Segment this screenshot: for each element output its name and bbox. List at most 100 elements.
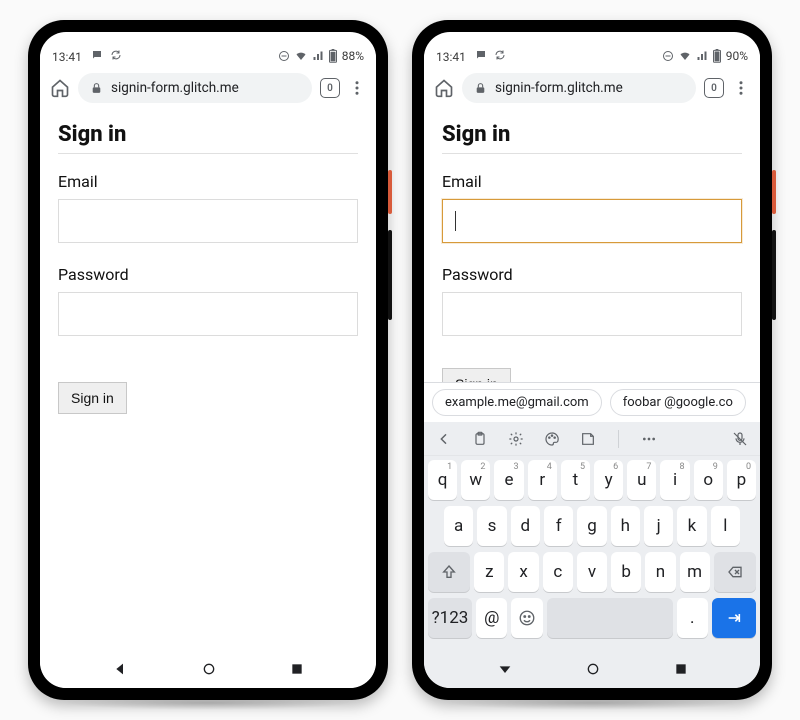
key-e[interactable]: e3 [494, 460, 523, 500]
key-l[interactable]: l [711, 506, 740, 546]
at-key[interactable]: @ [476, 598, 507, 638]
key-r[interactable]: r4 [528, 460, 557, 500]
key-d[interactable]: d [511, 506, 540, 546]
page-title: Sign in [58, 122, 358, 147]
home-icon[interactable] [50, 78, 70, 98]
keyboard-toolbar [424, 422, 760, 456]
tab-switcher[interactable]: 0 [320, 78, 340, 98]
key-b[interactable]: b [611, 552, 641, 592]
chevron-left-icon[interactable] [436, 431, 452, 447]
sync-icon [494, 49, 506, 61]
key-j[interactable]: j [644, 506, 673, 546]
nav-back-icon[interactable] [113, 661, 129, 677]
system-nav [424, 650, 760, 688]
page-content: Sign in Email Password Sign in [40, 108, 376, 650]
nav-recent-icon[interactable] [674, 662, 688, 676]
email-label: Email [442, 172, 742, 191]
signin-button[interactable]: Sign in [58, 382, 127, 414]
key-y[interactable]: y6 [594, 460, 623, 500]
more-icon[interactable] [641, 431, 657, 447]
key-o[interactable]: o9 [694, 460, 723, 500]
status-right: 90% [662, 49, 748, 63]
key-k[interactable]: k [677, 506, 706, 546]
divider [442, 153, 742, 154]
battery-percent: 90% [726, 49, 748, 63]
key-w[interactable]: w2 [461, 460, 490, 500]
key-m[interactable]: m [680, 552, 710, 592]
volume-button [772, 230, 776, 320]
key-n[interactable]: n [645, 552, 675, 592]
password-field[interactable] [58, 292, 358, 336]
message-icon [475, 49, 487, 61]
key-z[interactable]: z [474, 552, 504, 592]
nav-home-icon[interactable] [585, 661, 601, 677]
wifi-icon [678, 50, 692, 62]
emoji-key[interactable] [511, 598, 542, 638]
menu-icon[interactable] [348, 79, 366, 97]
gear-icon[interactable] [508, 431, 524, 447]
power-button [772, 170, 776, 214]
keyboard-keys: q1w2e3r4t5y6u7i8o9p0 asdfghjkl zxcvbnm ?… [424, 456, 760, 652]
key-v[interactable]: v [577, 552, 607, 592]
dnd-icon [278, 50, 290, 62]
password-label: Password [58, 265, 358, 284]
url-text: signin-form.glitch.me [111, 80, 239, 96]
shift-key[interactable] [428, 552, 470, 592]
url-text: signin-form.glitch.me [495, 80, 623, 96]
palette-icon[interactable] [544, 431, 560, 447]
status-right: 88% [278, 49, 364, 63]
key-x[interactable]: x [508, 552, 538, 592]
autofill-suggestions: example.me@gmail.com foobar @google.co [424, 383, 760, 422]
mic-off-icon[interactable] [732, 431, 748, 447]
nav-recent-icon[interactable] [290, 662, 304, 676]
clipboard-icon[interactable] [472, 431, 488, 447]
email-field[interactable] [58, 199, 358, 243]
lock-icon [90, 82, 103, 95]
wifi-icon [294, 50, 308, 62]
email-label: Email [58, 172, 358, 191]
signal-icon [312, 50, 324, 62]
screen: 13:41 90% signin-form.glitch.me [424, 32, 760, 688]
url-bar[interactable]: signin-form.glitch.me [78, 73, 312, 103]
backspace-key[interactable] [714, 552, 756, 592]
dnd-icon [662, 50, 674, 62]
key-p[interactable]: p0 [727, 460, 756, 500]
status-bar: 13:41 90% [424, 44, 760, 68]
key-c[interactable]: c [543, 552, 573, 592]
period-key[interactable]: . [677, 598, 708, 638]
space-key[interactable] [547, 598, 673, 638]
key-h[interactable]: h [611, 506, 640, 546]
nav-home-icon[interactable] [201, 661, 217, 677]
divider [58, 153, 358, 154]
status-time: 13:41 [436, 50, 466, 64]
battery-icon [328, 49, 338, 63]
tab-switcher[interactable]: 0 [704, 78, 724, 98]
autofill-chip[interactable]: example.me@gmail.com [432, 389, 602, 416]
key-f[interactable]: f [544, 506, 573, 546]
key-q[interactable]: q1 [428, 460, 457, 500]
symbols-key[interactable]: ?123 [428, 598, 472, 638]
password-field[interactable] [442, 292, 742, 336]
text-caret [455, 211, 456, 231]
sync-icon [110, 49, 122, 61]
page-title: Sign in [442, 122, 742, 147]
volume-button [388, 230, 392, 320]
status-left: 13:41 [436, 49, 506, 64]
url-bar[interactable]: signin-form.glitch.me [462, 73, 696, 103]
email-field[interactable] [442, 199, 742, 243]
status-left: 13:41 [52, 49, 122, 64]
sticker-icon[interactable] [580, 431, 596, 447]
key-t[interactable]: t5 [561, 460, 590, 500]
nav-back-icon[interactable] [497, 661, 513, 677]
key-a[interactable]: a [444, 506, 473, 546]
key-s[interactable]: s [477, 506, 506, 546]
keyboard-panel: example.me@gmail.com foobar @google.co q… [424, 382, 760, 652]
autofill-chip[interactable]: foobar @google.co [610, 389, 746, 416]
key-u[interactable]: u7 [627, 460, 656, 500]
password-label: Password [442, 265, 742, 284]
key-g[interactable]: g [577, 506, 606, 546]
key-i[interactable]: i8 [660, 460, 689, 500]
enter-key[interactable] [712, 598, 756, 638]
home-icon[interactable] [434, 78, 454, 98]
menu-icon[interactable] [732, 79, 750, 97]
